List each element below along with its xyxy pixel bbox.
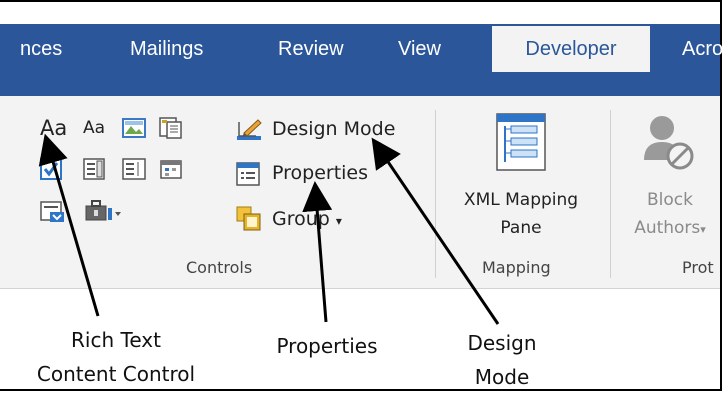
design-mode-callout: Design Mode [452, 326, 552, 394]
design-mode-callout-line2: Mode [474, 365, 530, 389]
properties-arrow [302, 181, 333, 323]
design-mode-arrow [371, 137, 500, 325]
rich-text-callout-line2: Content Control [36, 362, 196, 386]
properties-callout: Properties [276, 334, 378, 358]
rich-text-arrow [38, 133, 100, 317]
rich-text-callout: Rich Text Content Control [22, 323, 210, 391]
rich-text-callout-line1: Rich Text [71, 328, 161, 352]
design-mode-callout-line1: Design [467, 331, 537, 355]
